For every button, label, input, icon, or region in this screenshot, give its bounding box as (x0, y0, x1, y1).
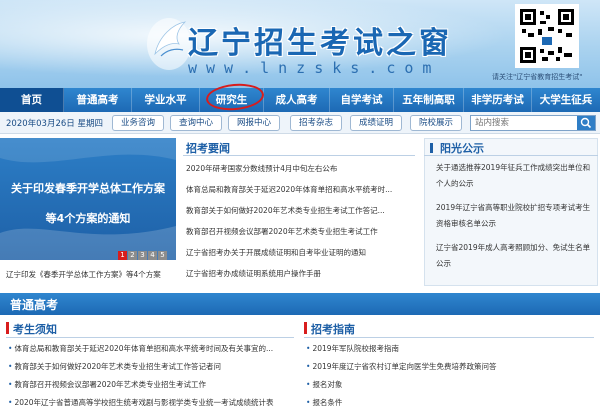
section-marker-icon (430, 143, 433, 153)
qr-caption: 请关注"辽宁省教育招生考试" (492, 73, 583, 81)
nav-item-five-year[interactable]: 五年制高职 (394, 88, 464, 112)
notice-divider (6, 337, 294, 338)
news-item[interactable]: 2020年研考国家分数线预计4月中旬左右公布 (186, 163, 414, 174)
banner-caption[interactable]: 辽宁印发《春季开学总体工作方案》等4个方案 (6, 269, 161, 280)
qr-code-icon (515, 4, 579, 68)
main-nav: 首页 普通高考 学业水平 研究生 成人高考 自学考试 五年制高职 非学历考试 大… (0, 88, 600, 112)
nav-item-non-degree[interactable]: 非学历考试 (464, 88, 532, 112)
bullet-icon: • (306, 344, 311, 353)
pager-dot[interactable]: 3 (138, 251, 147, 260)
banner-pager: 1 2 3 4 5 (118, 251, 168, 260)
publicity-item[interactable]: 关于通选推荐2019年征兵工作成绩突出单位和个人的公示 (436, 160, 594, 192)
featured-banner[interactable]: 关于印发春季开学总体工作方案 等4个方案的通知 (0, 138, 176, 260)
banner-headline: 关于印发春季开学总体工作方案 (11, 182, 165, 195)
notice-item-text: 2020年辽宁省普通高等学校招生统考戏剧与影视学类专业统一考试成绩统计表 (14, 398, 274, 407)
nav-item-xueye[interactable]: 学业水平 (132, 88, 200, 112)
notice-title[interactable]: 考生须知 (13, 321, 57, 337)
guide-item-text: 2019年军队院校报考指南 (312, 344, 400, 353)
consult-button[interactable]: 业务咨询 (112, 115, 164, 131)
guide-item[interactable]: • 报名对象 (306, 379, 594, 390)
search-box (470, 115, 596, 131)
bullet-icon: • (306, 362, 311, 371)
site-title: 辽宁招生考试之窗 (188, 26, 452, 61)
search-input[interactable] (471, 116, 577, 130)
news-divider (183, 155, 415, 156)
nav-item-home[interactable]: 首页 (0, 88, 64, 112)
news-item[interactable]: 教育部召开视频会议部署2020年艺术类专业招生考试工作 (186, 226, 414, 237)
notice-item-text: 教育部关于如何做好2020年艺术类专业招生考试工作答记者问 (14, 362, 222, 371)
publicity-title[interactable]: 阳光公示 (440, 140, 484, 156)
pager-dot[interactable]: 2 (128, 251, 137, 260)
pager-dot[interactable]: 4 (148, 251, 157, 260)
current-date: 2020年03月26日 星期四 (6, 119, 103, 129)
nav-item-self-exam[interactable]: 自学考试 (330, 88, 394, 112)
banner-subheadline: 等4个方案的通知 (45, 212, 131, 225)
notice-item[interactable]: • 体育总局和教育部关于延迟2020年体育单招和高水平统考时间及有关事宜的... (8, 343, 296, 354)
school-showcase-button[interactable]: 院校展示 (410, 115, 462, 131)
guide-title[interactable]: 招考指南 (311, 321, 355, 337)
notice-item[interactable]: • 2020年辽宁省普通高等学校招生统考戏剧与影视学类专业统一考试成绩统计表 (8, 397, 296, 408)
guide-item[interactable]: • 2019年军队院校报考指南 (306, 343, 594, 354)
guide-item[interactable]: • 2019年度辽宁省农村订单定向医学生免费培养政策问答 (306, 361, 594, 372)
search-button[interactable] (577, 116, 595, 130)
gaokao-section-bar: 普通高考 (0, 293, 600, 315)
notice-item-text: 教育部召开视频会议部署2020年艺术类专业招生考试工作 (14, 380, 207, 389)
registration-center-button[interactable]: 网报中心 (228, 115, 280, 131)
section-marker-icon (304, 322, 307, 334)
section-marker-icon (6, 322, 9, 334)
nav-item-adult-exam[interactable]: 成人高考 (264, 88, 330, 112)
guide-divider (304, 337, 594, 338)
bullet-icon: • (306, 398, 311, 407)
news-section-title[interactable]: 招考要闻 (186, 140, 230, 156)
pager-dot[interactable]: 5 (158, 251, 167, 260)
news-item[interactable]: 体育总局和教育部关于延迟2020年体育单招和高水平统考时... (186, 184, 414, 195)
score-proof-button[interactable]: 成绩证明 (350, 115, 402, 131)
site-url: www.lnzsks.com (188, 59, 441, 77)
notice-item[interactable]: • 教育部召开视频会议部署2020年艺术类专业招生考试工作 (8, 379, 296, 390)
dove-logo-icon (147, 18, 191, 70)
news-item[interactable]: 教育部关于如何做好2020年艺术类专业招生考试工作答记... (186, 205, 414, 216)
news-item[interactable]: 辽宁省招考办成绩证明系统用户操作手册 (186, 268, 414, 279)
bullet-icon: • (8, 380, 13, 389)
guide-item-text: 报名对象 (312, 380, 343, 389)
notice-item[interactable]: • 教育部关于如何做好2020年艺术类专业招生考试工作答记者问 (8, 361, 296, 372)
notice-item-text: 体育总局和教育部关于延迟2020年体育单招和高水平统考时间及有关事宜的... (14, 344, 274, 353)
guide-item[interactable]: • 报名条件 (306, 397, 594, 408)
banner-background (0, 138, 176, 260)
toolbar: 2020年03月26日 星期四 业务咨询 查询中心 网报中心 招考杂志 成绩证明… (0, 112, 600, 134)
nav-item-gaokao[interactable]: 普通高考 (64, 88, 132, 112)
bullet-icon: • (8, 344, 13, 353)
publicity-item[interactable]: 辽宁省2019年成人高考照顾加分、免试生名单公示 (436, 240, 594, 272)
news-item[interactable]: 辽宁省招考办关于开展成绩证明和自考毕业证明的通知 (186, 247, 414, 258)
bullet-icon: • (8, 398, 13, 407)
guide-item-text: 2019年度辽宁省农村订单定向医学生免费培养政策问答 (312, 362, 497, 371)
bullet-icon: • (306, 380, 311, 389)
query-center-button[interactable]: 查询中心 (170, 115, 222, 131)
search-icon (580, 117, 592, 129)
bullet-icon: • (8, 362, 13, 371)
gaokao-section-title[interactable]: 普通高考 (10, 296, 58, 313)
site-header: 辽宁招生考试之窗 www.lnzsks.com 请关注"辽宁省教育招生考试" (0, 0, 600, 88)
nav-item-conscription[interactable]: 大学生征兵 (532, 88, 600, 112)
pager-dot[interactable]: 1 (118, 251, 127, 260)
publicity-item[interactable]: 2019年辽宁省高等职业院校扩招专项考试考生资格审核名单公示 (436, 200, 594, 232)
guide-item-text: 报名条件 (312, 398, 343, 407)
magazine-button[interactable]: 招考杂志 (290, 115, 342, 131)
